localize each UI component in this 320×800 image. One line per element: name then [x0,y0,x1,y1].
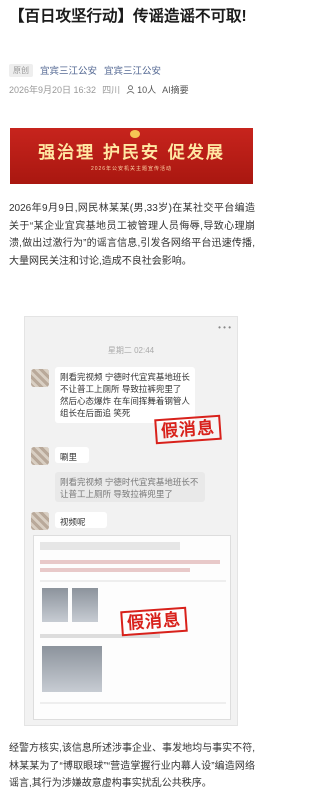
chat-message: 视频呢 [55,512,107,528]
post-thumbnail [42,588,68,622]
avatar [31,369,49,387]
region: 四川 [102,84,121,95]
rumor-screenshot: • • • 星期二 02:44 刚看完视频 宁德时代宜宾基地班长不让普工上厕所 … [24,316,238,726]
avatar [31,512,49,530]
publish-date: 2026年9月20日 16:32 [9,84,97,95]
ai-summary-link[interactable]: AI摘要 [162,83,189,96]
account-name-link-2[interactable]: 宜宾三江公安 [104,63,161,77]
paragraph-1: 2026年9月9日,网民林某某(男,33岁)在某社交平台编造关于“某企业宜宾基地… [9,203,255,267]
more-icon: • • • [218,323,231,332]
chat-message: 唰里 [55,447,89,463]
chat-time: 星期二 02:44 [107,346,155,355]
campaign-banner: 强治理 护民安 促发展 2026年公安机关主题宣传活动 [10,128,253,184]
person-icon [126,84,135,94]
fake-news-stamp: 假消息 [154,414,222,445]
avatar [31,447,49,465]
original-tag: 原创 [9,63,33,77]
quoted-message: 刚看完视频 宁德时代宜宾基地班长不让普工上厕所 导致拉裤兜里了 [55,472,205,502]
post-thumbnail [42,646,102,692]
banner-slogan: 强治理 护民安 促发展 [38,143,225,163]
fake-news-stamp-2: 假消息 [120,606,188,637]
reader-count: 10人 [126,83,156,96]
article-title: 【百日攻坚行动】传谣造谣不可取! [9,8,247,25]
police-emblem-icon [130,130,140,138]
meta-row: 2026年9月20日 16:32 四川 10人 AI摘要 [9,82,189,96]
banner-subtitle: 2026年公安机关主题宣传活动 [90,166,173,172]
paragraph-2: 经警方核实,该信息所述涉事企业、事发地均与事实不符,林某某为了“博取眼球”“营造… [9,743,255,789]
post-thumbnail [72,588,98,622]
account-name-link[interactable]: 宜宾三江公安 [40,63,97,77]
source-row: 原创 宜宾三江公安 宜宾三江公安 [9,62,161,78]
chat-message: 刚看完视频 宁德时代宜宾基地班长不让普工上厕所 导致拉裤兜里了 然后心态爆炸 在… [55,367,195,423]
